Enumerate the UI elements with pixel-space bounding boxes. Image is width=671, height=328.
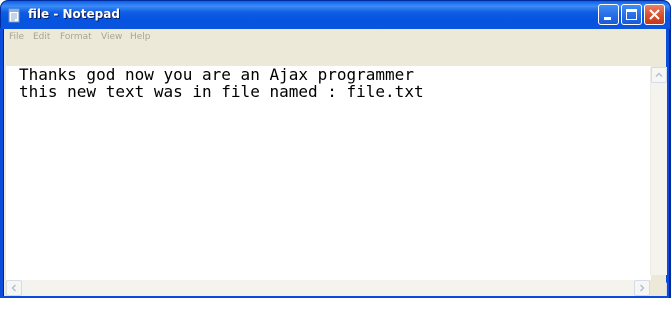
- menu-view[interactable]: View: [101, 32, 122, 42]
- window-title: file - Notepad: [28, 7, 120, 21]
- scroll-left-button[interactable]: [6, 280, 22, 296]
- arrow-up-icon: [655, 72, 663, 78]
- menu-bar: File Edit Format View Help: [4, 29, 667, 49]
- scrollbar-corner: [650, 280, 666, 296]
- title-bar[interactable]: file - Notepad: [1, 1, 670, 29]
- arrow-left-icon: [11, 284, 17, 292]
- editor-text[interactable]: Thanks god now you are an Ajax programme…: [19, 66, 424, 100]
- vertical-scrollbar[interactable]: [650, 67, 667, 298]
- maximize-icon: [626, 9, 637, 20]
- close-icon: [649, 9, 660, 20]
- menu-format[interactable]: Format: [60, 32, 92, 42]
- window-bottom-border: [0, 296, 669, 298]
- minimize-button[interactable]: [598, 4, 619, 25]
- menu-edit[interactable]: Edit: [33, 32, 50, 42]
- minimize-icon: [604, 17, 611, 20]
- editor-line: Thanks god now you are an Ajax programme…: [19, 65, 414, 84]
- scroll-right-button[interactable]: [634, 280, 650, 296]
- scroll-up-button[interactable]: [651, 67, 667, 83]
- maximize-button[interactable]: [621, 4, 642, 25]
- arrow-right-icon: [639, 284, 645, 292]
- menu-file[interactable]: File: [9, 32, 24, 42]
- horizontal-scrollbar[interactable]: [6, 280, 650, 296]
- menu-help[interactable]: Help: [130, 32, 151, 42]
- window-left-border: [0, 28, 3, 298]
- notepad-icon[interactable]: [7, 8, 22, 23]
- close-button[interactable]: [644, 4, 665, 25]
- editor-line: this new text was in file named : file.t…: [19, 82, 424, 101]
